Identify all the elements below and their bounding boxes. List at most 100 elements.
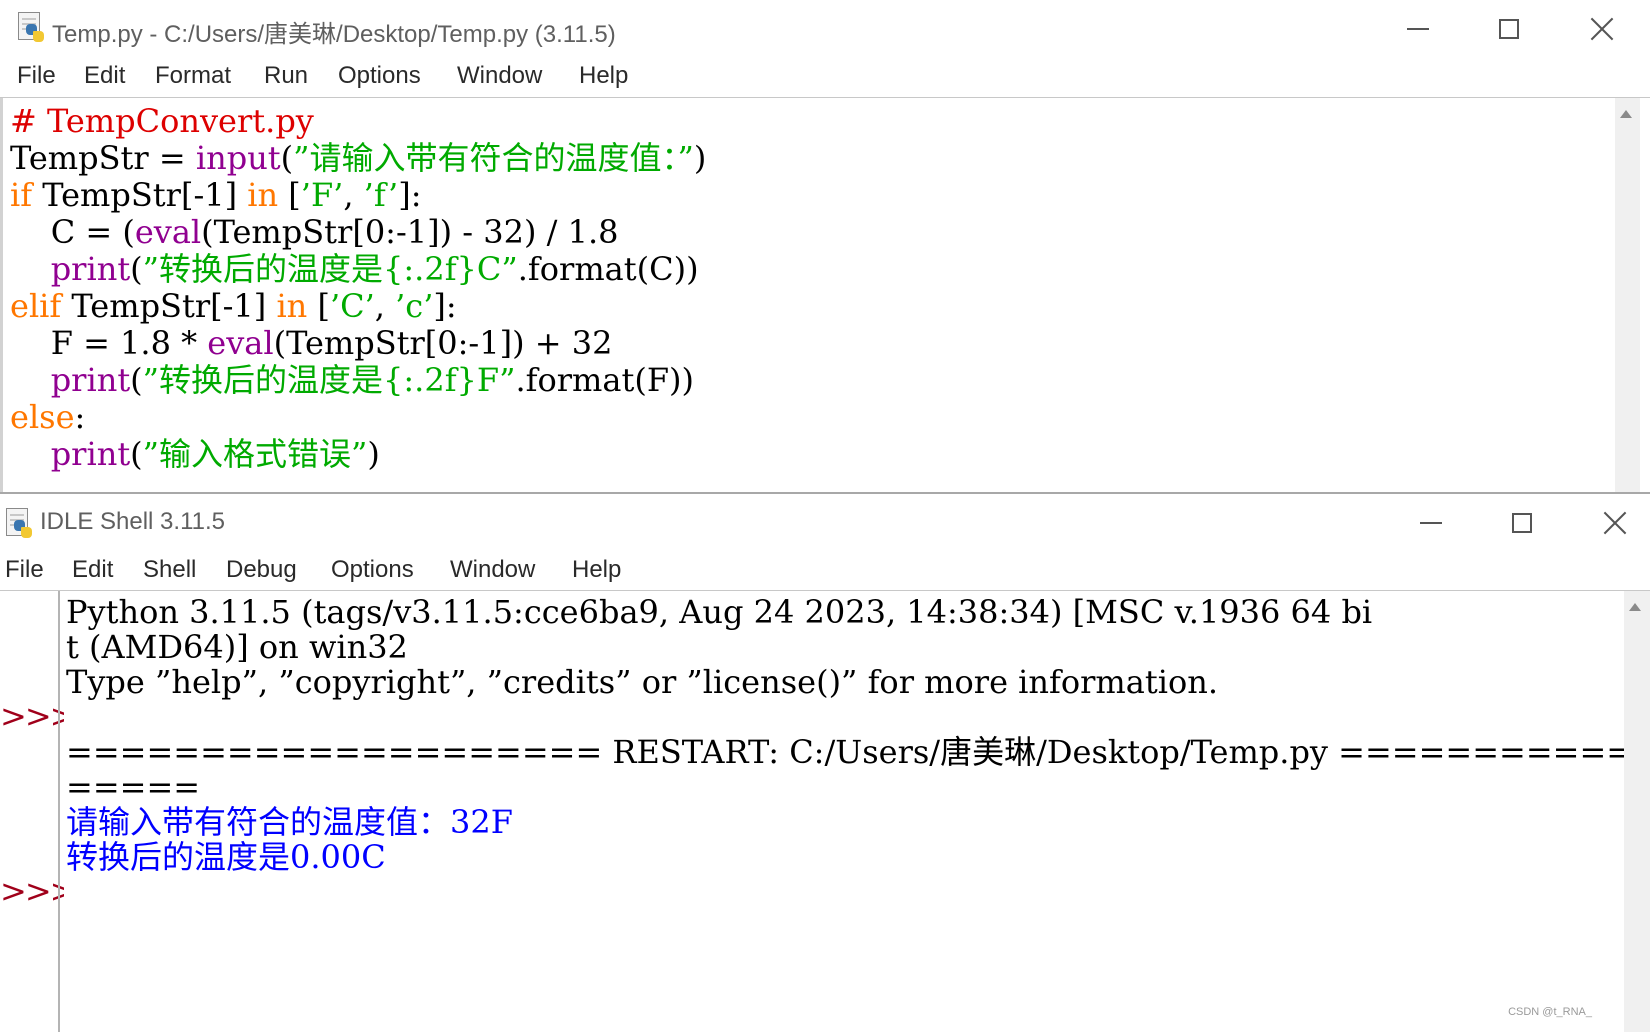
- shell-stdout-line: 请输入带有符合的温度值：32F: [66, 803, 513, 841]
- code-token-keyword: in: [247, 176, 279, 214]
- code-token-default: .format(F)): [515, 361, 694, 399]
- code-line: if TempStr[-1] in [’F’, ’f’]:: [10, 178, 421, 213]
- code-token-default: (: [280, 139, 294, 177]
- scroll-up-arrow-icon[interactable]: [1629, 603, 1641, 611]
- shell-minimize-button[interactable]: [1408, 503, 1454, 543]
- editor-text-area[interactable]: # TempConvert.py TempStr = input(”请输入带有符合…: [3, 98, 1615, 494]
- shell-window-title: IDLE Shell 3.11.5: [40, 508, 226, 535]
- code-token-default: ]:: [433, 287, 457, 325]
- code-token-string: ”请输入带有符合的温度值：”: [293, 139, 694, 177]
- code-token-keyword: elif: [10, 287, 62, 325]
- shell-prompt-sidebar: >>> >>>: [0, 591, 76, 1032]
- shell-scrollbar[interactable]: [1624, 591, 1650, 1032]
- code-line: C = (eval(TempStr[0:-1]) - 32) / 1.8: [10, 213, 619, 251]
- code-token-default: ,: [343, 176, 364, 214]
- editor-window-title: Temp.py - C:/Users/唐美琳/Desktop/Temp.py (…: [52, 21, 616, 48]
- code-token-default: (: [130, 435, 143, 473]
- code-line: print(”转换后的温度是{:.2f}F”.format(F)): [10, 363, 694, 398]
- code-token-builtin: print: [50, 361, 131, 399]
- maximize-icon: [1512, 513, 1532, 533]
- editor-scrollbar[interactable]: [1615, 98, 1640, 494]
- code-token-builtin: print: [50, 250, 131, 288]
- code-line: F = 1.8 * eval(TempStr[0:-1]) + 32: [10, 324, 613, 362]
- code-token-builtin: input: [195, 139, 281, 177]
- scroll-up-arrow-icon[interactable]: [1620, 110, 1632, 118]
- code-token-default: TempStr =: [10, 139, 196, 177]
- shell-menu-file[interactable]: File: [5, 556, 44, 584]
- code-line: else:: [10, 400, 85, 435]
- code-line: TempStr = input(”请输入带有符合的温度值：”): [10, 141, 706, 176]
- shell-window: IDLE Shell 3.11.5 File Edit Shell Debug …: [0, 494, 1650, 1032]
- code-token-keyword: in: [276, 287, 308, 325]
- shell-menubar: File Edit Shell Debug Options Window Hel…: [0, 552, 1650, 590]
- code-token-default: (TempStr[0:-1]) + 32: [273, 324, 613, 362]
- code-token-default: [10, 250, 51, 288]
- shell-menu-help[interactable]: Help: [572, 556, 621, 584]
- code-token-default: (: [130, 361, 143, 399]
- code-token-keyword: else: [10, 398, 75, 436]
- menu-window[interactable]: Window: [457, 62, 542, 90]
- close-icon: [1603, 511, 1627, 535]
- code-token-default: (TempStr[0:-1]) - 32) / 1.8: [201, 213, 619, 251]
- shell-menu-window[interactable]: Window: [450, 556, 535, 584]
- code-token-default: [10, 435, 51, 473]
- code-token-comment: # TempConvert.py: [10, 102, 314, 140]
- code-token-string: ’C’: [329, 287, 375, 325]
- code-token-default: F = 1.8 *: [10, 324, 208, 362]
- code-line: elif TempStr[-1] in [’C’, ’c’]:: [10, 289, 457, 324]
- maximize-icon: [1499, 19, 1519, 39]
- code-line: print(”转换后的温度是{:.2f}C”.format(C)): [10, 252, 699, 287]
- close-icon: [1590, 17, 1614, 41]
- code-token-default: TempStr[-1]: [61, 287, 277, 325]
- shell-output-line: =====: [66, 768, 201, 806]
- code-token-default: TempStr[-1]: [32, 176, 248, 214]
- menu-format[interactable]: Format: [155, 62, 231, 90]
- minimize-icon: [1420, 522, 1442, 524]
- code-token-string: ’F’: [300, 176, 344, 214]
- menu-help[interactable]: Help: [579, 62, 628, 90]
- code-token-default: [: [307, 287, 330, 325]
- sidebar-border: [58, 591, 60, 1032]
- code-token-default: (: [130, 250, 143, 288]
- code-line: print(”输入格式错误”): [10, 437, 380, 472]
- code-token-default: ): [693, 139, 707, 177]
- editor-titlebar[interactable]: Temp.py - C:/Users/唐美琳/Desktop/Temp.py (…: [0, 0, 1650, 58]
- shell-close-button[interactable]: [1591, 503, 1637, 543]
- maximize-button[interactable]: [1486, 9, 1532, 49]
- menu-options[interactable]: Options: [338, 62, 421, 90]
- minimize-button[interactable]: [1395, 9, 1441, 49]
- shell-stdout-line: 转换后的温度是0.00C: [66, 838, 386, 876]
- menu-run[interactable]: Run: [264, 62, 308, 90]
- python-file-icon: [16, 12, 46, 44]
- code-token-default: ]:: [398, 176, 422, 214]
- shell-menu-debug[interactable]: Debug: [226, 556, 297, 584]
- shell-menu-shell[interactable]: Shell: [143, 556, 196, 584]
- code-token-default: [10, 361, 51, 399]
- code-token-default: C = (: [10, 213, 135, 251]
- code-token-string: ”转换后的温度是{:.2f}C”: [142, 250, 518, 288]
- shell-menu-options[interactable]: Options: [331, 556, 414, 584]
- close-button[interactable]: [1578, 9, 1624, 49]
- shell-maximize-button[interactable]: [1499, 503, 1545, 543]
- shell-output-line: t (AMD64)] on win32: [66, 628, 408, 666]
- code-token-default: [: [278, 176, 301, 214]
- shell-output-line: Type ”help”, ”copyright”, ”credits” or ”…: [66, 663, 1218, 701]
- code-token-default: .format(C)): [517, 250, 699, 288]
- editor-menubar: File Edit Format Run Options Window Help: [0, 58, 1650, 96]
- code-token-string: ”转换后的温度是{:.2f}F”: [142, 361, 516, 399]
- shell-output-line: ==================== RESTART: C:/Users/唐…: [66, 733, 1624, 771]
- menu-file[interactable]: File: [17, 62, 56, 90]
- shell-text-area[interactable]: Python 3.11.5 (tags/v3.11.5:cce6ba9, Aug…: [64, 591, 1624, 1032]
- code-token-builtin: eval: [134, 213, 202, 251]
- code-token-string: ”输入格式错误”: [142, 435, 368, 473]
- code-token-string: ’f’: [363, 176, 399, 214]
- menu-edit[interactable]: Edit: [84, 62, 125, 90]
- minimize-icon: [1407, 28, 1429, 30]
- python-shell-icon: [4, 508, 34, 540]
- watermark: CSDN @t_RNA_: [1508, 1006, 1592, 1018]
- code-token-default: ,: [374, 287, 396, 325]
- code-token-keyword: if: [10, 176, 33, 214]
- shell-menu-edit[interactable]: Edit: [72, 556, 113, 584]
- shell-titlebar[interactable]: IDLE Shell 3.11.5: [0, 494, 1650, 552]
- code-token-default: ): [367, 435, 380, 473]
